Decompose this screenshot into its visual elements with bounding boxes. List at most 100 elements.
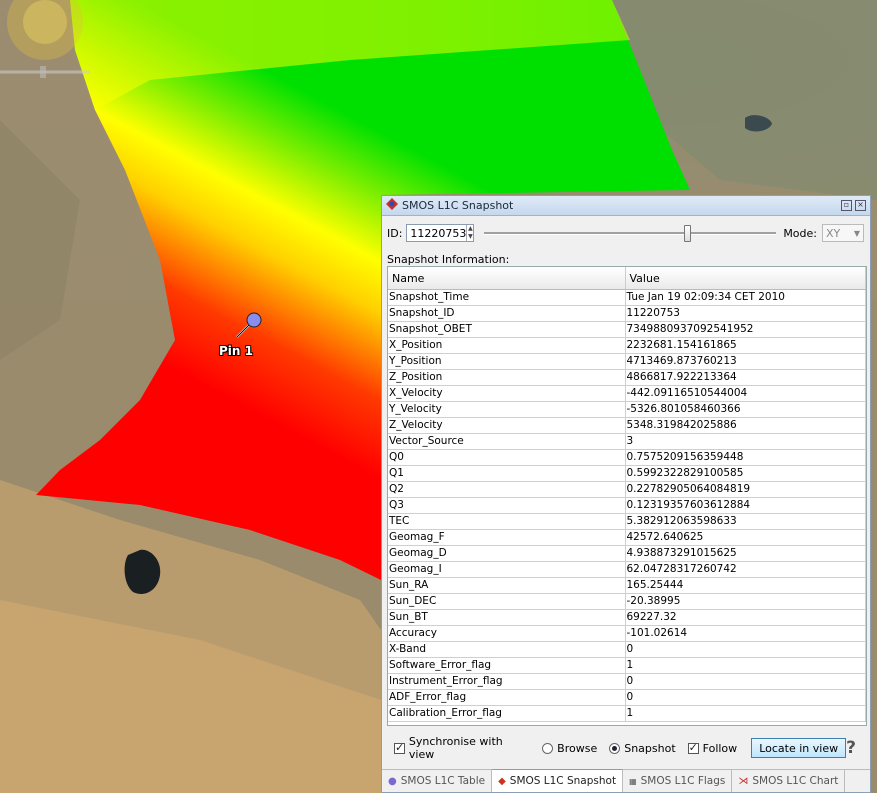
table-row[interactable]: Vector_Source 3: [388, 433, 866, 450]
column-header-value[interactable]: Value: [625, 267, 866, 290]
table-cell-name[interactable]: Calibration_Error_flag: [388, 705, 626, 722]
table-cell-value[interactable]: 4.938873291015625: [625, 545, 866, 562]
table-cell-name[interactable]: Q0: [388, 449, 626, 466]
follow-option[interactable]: Follow: [687, 741, 737, 755]
table-row[interactable]: Q2 0.22782905064084819: [388, 481, 866, 498]
id-value[interactable]: 11220753: [407, 227, 466, 240]
table-cell-value[interactable]: 0.5992322829100585: [625, 465, 866, 482]
table-cell-value[interactable]: 0: [625, 641, 866, 658]
sync-checkbox[interactable]: [394, 741, 405, 754]
table-cell-name[interactable]: Software_Error_flag: [388, 657, 626, 674]
sync-option[interactable]: Synchronise with view: [394, 735, 530, 761]
table-cell-name[interactable]: Snapshot_Time: [388, 289, 626, 306]
table-cell-name[interactable]: Z_Velocity: [388, 417, 626, 434]
maximize-icon[interactable]: ▫: [841, 200, 852, 211]
table-cell-value[interactable]: 5348.319842025886: [625, 417, 866, 434]
table-cell-name[interactable]: Instrument_Error_flag: [388, 673, 626, 690]
spinner-up-icon[interactable]: ▲: [467, 225, 473, 233]
table-row[interactable]: Y_Velocity -5326.801058460366: [388, 401, 866, 418]
tab-smos-l1c-flags[interactable]: ▦ SMOS L1C Flags: [623, 770, 733, 792]
table-cell-value[interactable]: 11220753: [625, 305, 866, 322]
table-cell-value[interactable]: 0: [625, 673, 866, 690]
table-row[interactable]: Z_Velocity 5348.319842025886: [388, 417, 866, 434]
table-row[interactable]: Q0 0.7575209156359448: [388, 449, 866, 466]
table-cell-name[interactable]: Geomag_I: [388, 561, 626, 578]
table-cell-name[interactable]: TEC: [388, 513, 626, 530]
table-cell-name[interactable]: Geomag_F: [388, 529, 626, 546]
table-cell-value[interactable]: 165.25444: [625, 577, 866, 594]
snapshot-radio[interactable]: [609, 742, 621, 754]
spinner-down-icon[interactable]: ▼: [467, 233, 473, 241]
column-header-name[interactable]: Name: [388, 267, 626, 290]
table-row[interactable]: Snapshot_Time Tue Jan 19 02:09:34 CET 201…: [388, 289, 866, 306]
table-cell-value[interactable]: -101.02614: [625, 625, 866, 642]
help-icon[interactable]: ?: [846, 738, 856, 758]
table-cell-name[interactable]: Snapshot_OBET: [388, 321, 626, 338]
tab-smos-l1c-table[interactable]: ● SMOS L1C Table: [382, 770, 493, 792]
tab-smos-l1c-chart[interactable]: ⋊ SMOS L1C Chart: [732, 770, 846, 792]
table-cell-value[interactable]: 0.12319357603612884: [625, 497, 866, 514]
table-cell-name[interactable]: X_Position: [388, 337, 626, 354]
table-cell-value[interactable]: 69227.32: [625, 609, 866, 626]
table-cell-name[interactable]: Geomag_D: [388, 545, 626, 562]
follow-checkbox[interactable]: [687, 741, 699, 754]
snapshot-table[interactable]: Name Value Snapshot_Time Tue Jan 19 02:09…: [387, 266, 867, 726]
table-row[interactable]: X_Position 2232681.154161865: [388, 337, 866, 354]
table-cell-name[interactable]: Snapshot_ID: [388, 305, 626, 322]
table-cell-value[interactable]: 0.7575209156359448: [625, 449, 866, 466]
table-cell-name[interactable]: Q3: [388, 497, 626, 514]
table-row[interactable]: Y_Position 4713469.873760213: [388, 353, 866, 370]
table-cell-value[interactable]: 7349880937092541952: [625, 321, 866, 338]
table-cell-name[interactable]: ADF_Error_flag: [388, 689, 626, 706]
table-cell-value[interactable]: 1: [625, 657, 866, 674]
panel-titlebar[interactable]: SMOS L1C Snapshot ▫ ×: [382, 196, 870, 216]
table-row[interactable]: TEC 5.382912063598633: [388, 513, 866, 530]
table-row[interactable]: Snapshot_ID 11220753: [388, 305, 866, 322]
table-cell-name[interactable]: Vector_Source: [388, 433, 626, 450]
table-cell-value[interactable]: 4713469.873760213: [625, 353, 866, 370]
locate-in-view-button[interactable]: Locate in view: [751, 738, 847, 758]
table-cell-name[interactable]: Q2: [388, 481, 626, 498]
table-cell-value[interactable]: -442.09116510544004: [625, 385, 866, 402]
table-cell-value[interactable]: -20.38995: [625, 593, 866, 610]
table-cell-value[interactable]: 5.382912063598633: [625, 513, 866, 530]
table-cell-name[interactable]: Z_Position: [388, 369, 626, 386]
snapshot-option[interactable]: Snapshot: [609, 742, 676, 755]
table-row[interactable]: Geomag_F 42572.640625: [388, 529, 866, 546]
table-cell-value[interactable]: 0.22782905064084819: [625, 481, 866, 498]
table-cell-name[interactable]: Accuracy: [388, 625, 626, 642]
table-cell-name[interactable]: Sun_BT: [388, 609, 626, 626]
table-row[interactable]: Accuracy -101.02614: [388, 625, 866, 642]
table-row[interactable]: Sun_BT 69227.32: [388, 609, 866, 626]
table-cell-name[interactable]: X_Velocity: [388, 385, 626, 402]
table-cell-value[interactable]: 62.04728317260742: [625, 561, 866, 578]
table-row[interactable]: Q3 0.12319357603612884: [388, 497, 866, 514]
table-row[interactable]: Geomag_D 4.938873291015625: [388, 545, 866, 562]
table-row[interactable]: Geomag_I 62.04728317260742: [388, 561, 866, 578]
table-row[interactable]: Calibration_Error_flag 1: [388, 705, 866, 722]
table-row[interactable]: Sun_DEC -20.38995: [388, 593, 866, 610]
table-cell-value[interactable]: 0: [625, 689, 866, 706]
mode-select[interactable]: XY ▼: [822, 224, 864, 242]
snapshot-slider[interactable]: [484, 224, 777, 242]
table-row[interactable]: X_Velocity -442.09116510544004: [388, 385, 866, 402]
table-cell-name[interactable]: Q1: [388, 465, 626, 482]
table-cell-name[interactable]: Y_Velocity: [388, 401, 626, 418]
table-row[interactable]: Snapshot_OBET 7349880937092541952: [388, 321, 866, 338]
close-icon[interactable]: ×: [855, 200, 866, 211]
table-row[interactable]: Q1 0.5992322829100585: [388, 465, 866, 482]
table-row[interactable]: Z_Position 4866817.922213364: [388, 369, 866, 386]
table-cell-value[interactable]: 4866817.922213364: [625, 369, 866, 386]
table-row[interactable]: Instrument_Error_flag 0: [388, 673, 866, 690]
id-spinner[interactable]: 11220753 ▲ ▼: [406, 224, 475, 242]
slider-thumb[interactable]: [684, 225, 692, 242]
browse-option[interactable]: Browse: [542, 742, 597, 755]
table-row[interactable]: X-Band 0: [388, 641, 866, 658]
table-cell-value[interactable]: 3: [625, 433, 866, 450]
table-row[interactable]: ADF_Error_flag 0: [388, 689, 866, 706]
tab-smos-l1c-snapshot[interactable]: ◆ SMOS L1C Snapshot: [492, 769, 624, 792]
browse-radio[interactable]: [542, 742, 554, 754]
table-cell-name[interactable]: Sun_RA: [388, 577, 626, 594]
table-cell-value[interactable]: Tue Jan 19 02:09:34 CET 2010: [625, 289, 866, 306]
table-cell-name[interactable]: X-Band: [388, 641, 626, 658]
